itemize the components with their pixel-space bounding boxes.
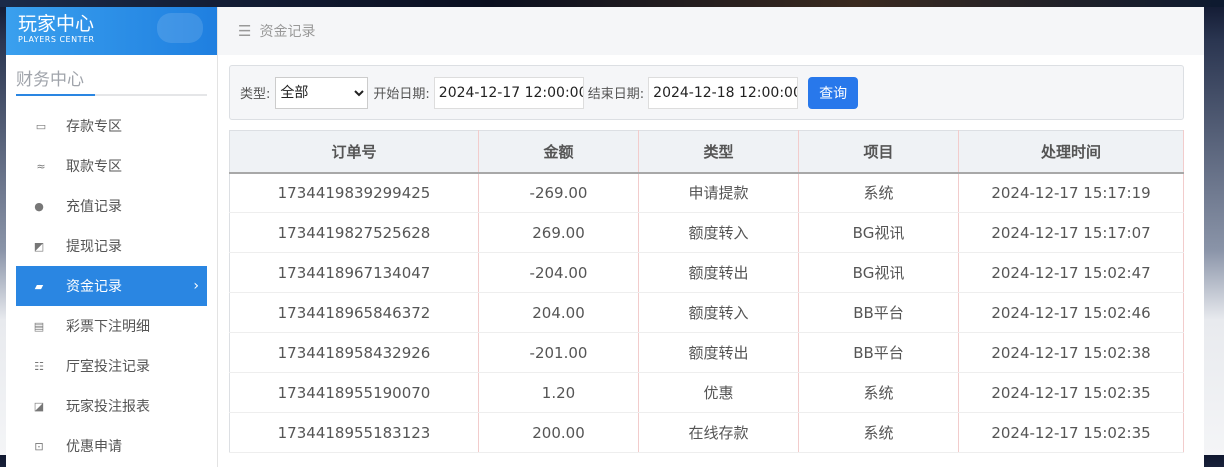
col-time: 处理时间 bbox=[958, 130, 1184, 174]
table-row: 1734418967134047 -204.00 额度转出 BG视讯 2024-12-1… bbox=[229, 252, 1184, 293]
gamepad-icon bbox=[157, 13, 203, 43]
cell-type: 在线存款 bbox=[638, 412, 799, 453]
cell-time: 2024-12-17 15:02:35 bbox=[958, 412, 1184, 453]
start-date-label: 开始日期: bbox=[373, 87, 430, 102]
breadcrumb: ☰ 资金记录 bbox=[218, 7, 1204, 55]
cell-time: 2024-12-17 15:17:19 bbox=[958, 172, 1184, 213]
cell-amount: 1.20 bbox=[478, 372, 639, 413]
cell-item: BB平台 bbox=[798, 292, 959, 333]
sidebar-item-label: 资金记录 bbox=[66, 279, 122, 295]
wallet-icon: ◩ bbox=[33, 239, 45, 253]
table-row: 1734418958432926 -201.00 额度转出 BB平台 2024-12-1… bbox=[229, 332, 1184, 373]
funds-icon: ▰ bbox=[34, 279, 44, 293]
sidebar-item-withdraw-records[interactable]: ◩ 提现记录 bbox=[16, 226, 207, 266]
table-row: 1734418955183123 200.00 在线存款 系统 2024-12-17 1… bbox=[229, 412, 1184, 453]
cell-order-id: 1734419839299425 bbox=[229, 172, 479, 213]
sidebar-item-withdraw[interactable]: ≈ 取款专区 bbox=[16, 146, 207, 186]
sidebar-item-label: 厅室投注记录 bbox=[66, 359, 150, 375]
table-row: 1734418965846372 204.00 额度转入 BB平台 2024-12-17… bbox=[229, 292, 1184, 333]
cell-type: 额度转入 bbox=[638, 292, 799, 333]
page-title: 资金记录 bbox=[259, 24, 316, 40]
card-icon: ▭ bbox=[35, 119, 47, 133]
cell-type: 额度转入 bbox=[638, 212, 799, 253]
money-bag-icon: ● bbox=[34, 199, 44, 213]
col-order-id: 订单号 bbox=[229, 130, 479, 174]
cell-item: 系统 bbox=[798, 412, 959, 453]
cell-amount: -201.00 bbox=[478, 332, 639, 373]
cell-amount: 269.00 bbox=[478, 212, 639, 253]
fund-records-table: 订单号 金额 类型 项目 处理时间 1734419839299425 -269.0… bbox=[229, 130, 1184, 453]
cell-time: 2024-12-17 15:02:35 bbox=[958, 372, 1184, 413]
table-header-row: 订单号 金额 类型 项目 处理时间 bbox=[229, 130, 1184, 174]
sidebar-item-label: 彩票下注明细 bbox=[66, 319, 150, 335]
players-center-panel: 玩家中心 PLAYERS CENTER 财务中心 ▭ 存款专区 ≈ 取款专区 ● 充值… bbox=[6, 7, 1204, 467]
sidebar-item-label: 优惠申请 bbox=[66, 439, 122, 455]
query-button[interactable]: 查询 bbox=[808, 76, 859, 109]
sidebar-menu: ▭ 存款专区 ≈ 取款专区 ● 充值记录 ◩ 提现记录 ▰ 资金记录 › ▤ 彩票下注明细 ☷… bbox=[16, 106, 207, 466]
cell-item: BG视讯 bbox=[798, 212, 959, 253]
sidebar-item-deposit[interactable]: ▭ 存款专区 bbox=[16, 106, 207, 146]
type-select[interactable]: 全部 bbox=[275, 76, 369, 109]
cell-type: 优惠 bbox=[638, 372, 799, 413]
cell-order-id: 1734418955190070 bbox=[229, 372, 479, 413]
cell-amount: 200.00 bbox=[478, 412, 639, 453]
cell-type: 申请提款 bbox=[638, 172, 799, 213]
cell-order-id: 1734419827525628 bbox=[229, 212, 479, 253]
sidebar-item-label: 取款专区 bbox=[66, 159, 122, 175]
gift-icon: ⊡ bbox=[34, 439, 44, 453]
menu-icon[interactable]: ☰ bbox=[238, 22, 251, 40]
filter-bar: 类型: 全部 开始日期: 结束日期: 查询 bbox=[229, 65, 1184, 120]
start-date-input[interactable] bbox=[433, 76, 584, 109]
table-row: 1734419827525628 269.00 额度转入 BG视讯 2024-12-17… bbox=[229, 212, 1184, 253]
cell-type: 额度转出 bbox=[638, 332, 799, 373]
sidebar-item-recharge-records[interactable]: ● 充值记录 bbox=[16, 186, 207, 226]
table-row: 1734418955190070 1.20 优惠 系统 2024-12-17 15:02… bbox=[229, 372, 1184, 413]
cell-time: 2024-12-17 15:17:07 bbox=[958, 212, 1184, 253]
bullet-list-icon: ☷ bbox=[34, 359, 44, 373]
cell-type: 额度转出 bbox=[638, 252, 799, 293]
sidebar-item-fund-records[interactable]: ▰ 资金记录 › bbox=[16, 266, 207, 306]
cell-order-id: 1734418955183123 bbox=[229, 412, 479, 453]
cell-item: BG视讯 bbox=[798, 252, 959, 293]
cell-order-id: 1734418967134047 bbox=[229, 252, 479, 293]
cell-time: 2024-12-17 15:02:47 bbox=[958, 252, 1184, 293]
end-date-label: 结束日期: bbox=[587, 87, 645, 102]
cell-order-id: 1734418958432926 bbox=[229, 332, 479, 373]
sidebar: 玩家中心 PLAYERS CENTER 财务中心 ▭ 存款专区 ≈ 取款专区 ● 充值… bbox=[6, 7, 218, 467]
sidebar-item-hall-bets[interactable]: ☷ 厅室投注记录 bbox=[16, 346, 207, 386]
list-icon: ▤ bbox=[33, 319, 45, 333]
end-date-input[interactable] bbox=[648, 76, 799, 109]
cell-time: 2024-12-17 15:02:46 bbox=[958, 292, 1184, 333]
main-content: ☰ 资金记录 类型: 全部 开始日期: 结束日期: 查询 订单号 金额 类型 项目… bbox=[218, 7, 1204, 453]
table-row: 1734419839299425 -269.00 申请提款 系统 2024-12-17 … bbox=[229, 172, 1184, 213]
col-type: 类型 bbox=[638, 130, 799, 174]
cell-item: 系统 bbox=[798, 372, 959, 413]
sidebar-item-label: 提现记录 bbox=[66, 239, 122, 255]
sidebar-item-label: 玩家投注报表 bbox=[66, 399, 150, 415]
cell-order-id: 1734418965846372 bbox=[229, 292, 479, 333]
chevron-right-icon: › bbox=[193, 278, 199, 294]
sidebar-item-bet-report[interactable]: ◪ 玩家投注报表 bbox=[16, 386, 207, 426]
col-item: 项目 bbox=[798, 130, 959, 174]
brand-header: 玩家中心 PLAYERS CENTER bbox=[6, 7, 217, 55]
sidebar-item-lottery-bets[interactable]: ▤ 彩票下注明细 bbox=[16, 306, 207, 346]
sidebar-item-promo-apply[interactable]: ⊡ 优惠申请 bbox=[16, 426, 207, 466]
cell-time: 2024-12-17 15:02:38 bbox=[958, 332, 1184, 373]
sidebar-item-label: 充值记录 bbox=[66, 199, 122, 215]
col-amount: 金额 bbox=[478, 130, 639, 174]
section-title: 财务中心 bbox=[16, 65, 207, 96]
cell-item: BB平台 bbox=[798, 332, 959, 373]
cell-amount: -204.00 bbox=[478, 252, 639, 293]
hand-money-icon: ≈ bbox=[36, 159, 46, 173]
cell-item: 系统 bbox=[798, 172, 959, 213]
cell-amount: -269.00 bbox=[478, 172, 639, 213]
chart-icon: ◪ bbox=[33, 399, 45, 413]
sidebar-item-label: 存款专区 bbox=[66, 119, 122, 135]
background-strip bbox=[0, 0, 1224, 7]
type-label: 类型: bbox=[240, 87, 271, 102]
cell-amount: 204.00 bbox=[478, 292, 639, 333]
